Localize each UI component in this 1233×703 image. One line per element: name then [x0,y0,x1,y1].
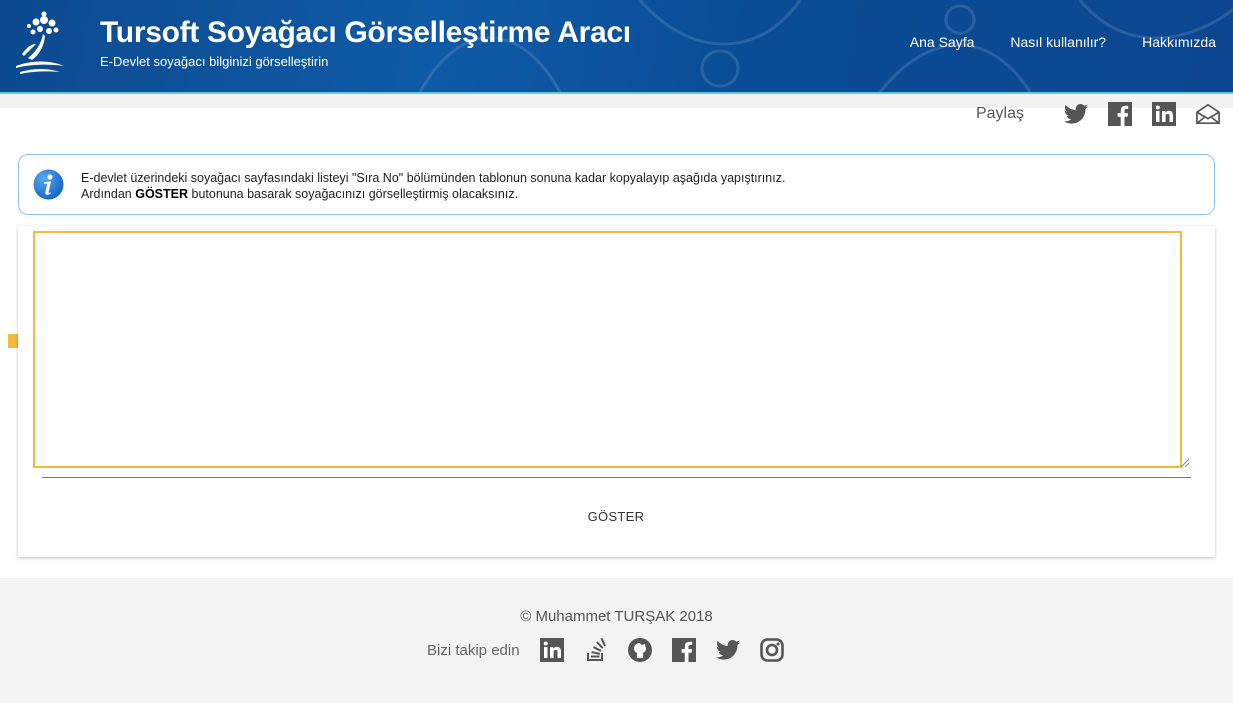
textarea-underline [42,477,1191,478]
facebook-icon[interactable] [671,638,696,662]
site-subtitle: E-Devlet soyağacı bilginizi görselleştir… [100,54,329,69]
site-title: Tursoft Soyağacı Görselleştirme Aracı [100,16,631,49]
twitter-icon[interactable] [715,638,740,662]
info-box: E-devlet üzerindeki soyağacı sayfasındak… [18,154,1215,215]
info-text: E-devlet üzerindeki soyağacı sayfasındak… [81,170,785,202]
nav-about[interactable]: Hakkımızda [1142,34,1216,50]
instagram-icon[interactable] [759,638,784,662]
input-card: GÖSTER [18,226,1215,557]
share-label: Paylaş [975,105,1024,122]
copyright-text: © Muhammet TURŞAK 2018 [520,608,713,625]
follow-bar: Bizi takip edin [427,636,804,664]
facebook-icon[interactable] [1108,102,1132,126]
goster-button[interactable]: GÖSTER [566,502,666,530]
genealogy-textarea[interactable] [33,231,1182,468]
linkedin-icon[interactable] [539,638,564,662]
info-line-2-bold: GÖSTER [135,187,189,201]
info-line-2-prefix: Ardından [81,187,136,201]
info-icon [33,169,64,200]
resize-grip-icon[interactable] [1180,458,1190,468]
main-nav: Ana Sayfa Nasıl kullanılır? Hakkımızda [910,34,1216,50]
nav-how-to-use[interactable]: Nasıl kullanılır? [1010,34,1106,50]
info-line-1: E-devlet üzerindeki soyağacı sayfasındak… [81,171,786,185]
stackoverflow-icon[interactable] [584,638,608,662]
linkedin-icon[interactable] [1152,102,1176,126]
email-icon[interactable] [1196,102,1220,126]
tree-logo[interactable] [14,10,68,74]
site-footer: © Muhammet TURŞAK 2018 Bizi takip edin [0,578,1233,703]
share-bar: Paylaş [976,101,1220,127]
nav-home[interactable]: Ana Sayfa [910,34,975,50]
info-line-2-suffix: butonuna basarak soyağacınızı görselleşt… [188,187,519,201]
follow-label: Bizi takip edin [427,641,520,659]
github-icon[interactable] [627,638,652,662]
info-line-2: Ardından GÖSTER butonuna basarak soyağac… [81,186,785,202]
site-header: Tursoft Soyağacı Görselleştirme Aracı E-… [0,0,1233,94]
twitter-icon[interactable] [1064,102,1088,126]
